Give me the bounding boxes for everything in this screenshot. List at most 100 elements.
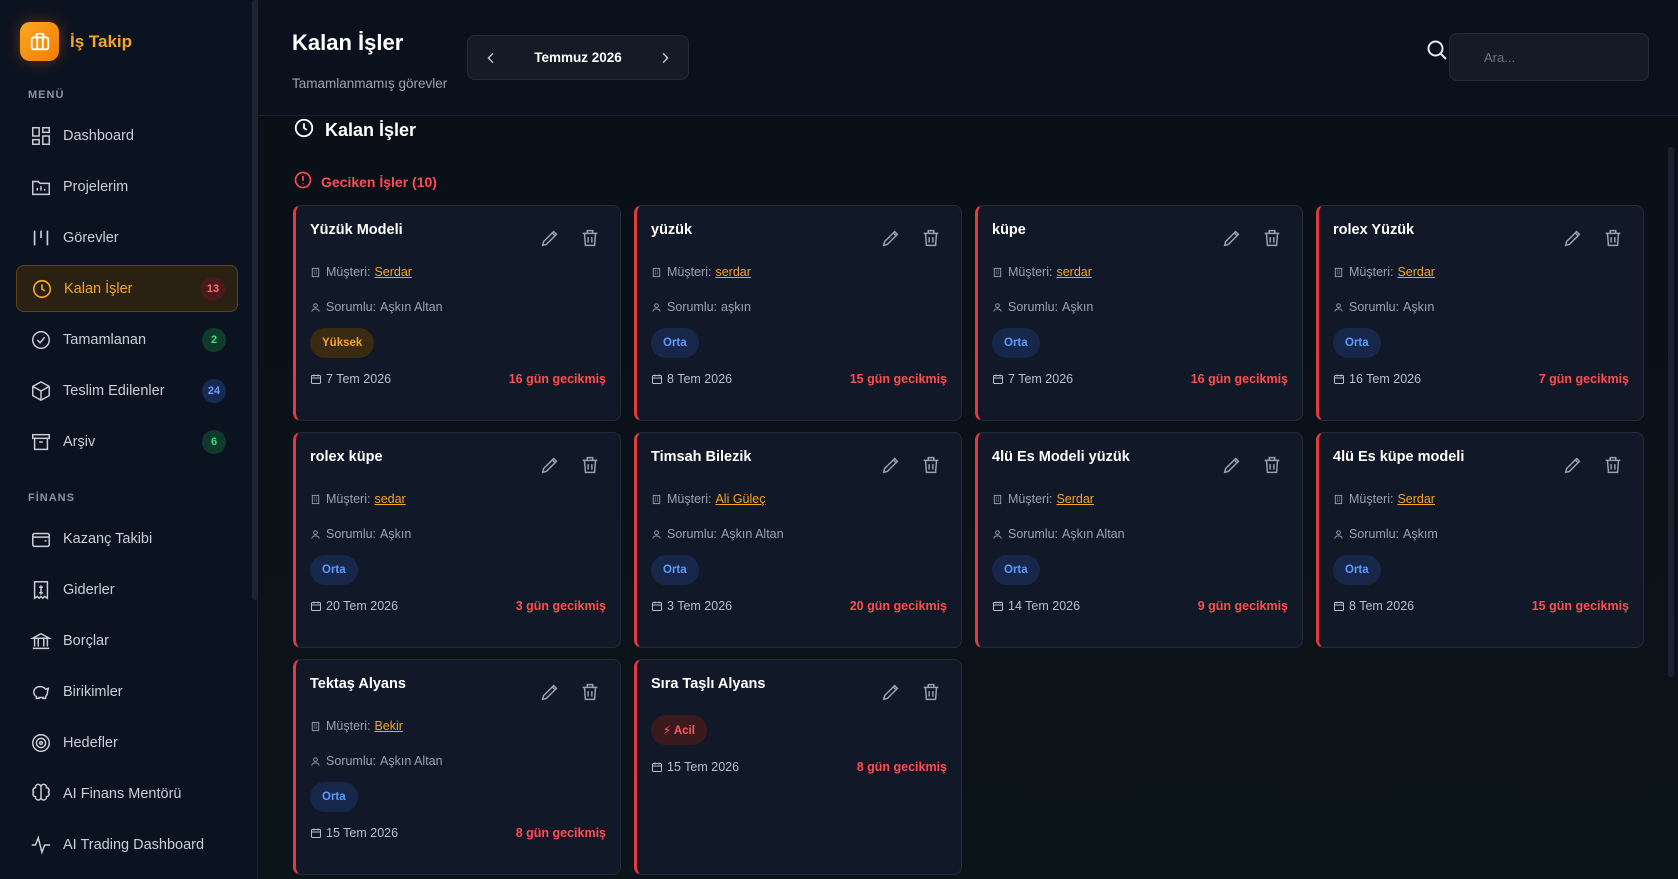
task-card[interactable]: yüzük Müşteri: serdar Sorumlu: aşkın Orta 8 Te… <box>634 205 962 421</box>
task-date: 3 Tem 2026 <box>651 599 732 613</box>
sidebar-item-label: AI Finans Mentörü <box>63 785 182 802</box>
bank-icon <box>29 629 53 653</box>
due-date: 20 Tem 2026 <box>326 599 399 613</box>
sidebar-item-dashboard[interactable]: Dashboard <box>16 112 238 159</box>
sidebar-item-goals[interactable]: Hedefler <box>16 719 238 766</box>
edit-icon[interactable] <box>1561 453 1585 477</box>
customer-label: Müşteri: <box>667 492 712 506</box>
trash-icon[interactable] <box>919 453 943 477</box>
customer-link[interactable]: serdar <box>715 265 750 279</box>
task-card[interactable]: rolex küpe Müşteri: sedar Sorumlu: Aşkın Orta… <box>293 432 621 648</box>
customer-link[interactable]: serdar <box>1056 265 1091 279</box>
chevron-left-icon[interactable] <box>482 49 500 67</box>
trash-icon[interactable] <box>578 453 602 477</box>
user-icon <box>651 301 663 313</box>
sidebar-item-savings[interactable]: Birikimler <box>16 668 238 715</box>
owner-label: Sorumlu: <box>1349 300 1400 314</box>
owner-label: Sorumlu: <box>326 754 377 768</box>
trash-icon[interactable] <box>919 226 943 250</box>
trash-icon[interactable] <box>1601 226 1625 250</box>
page-subtitle: Tamamlanmamış görevler <box>292 76 448 91</box>
due-date: 8 Tem 2026 <box>667 372 733 386</box>
owner-label: Sorumlu: <box>1349 527 1400 541</box>
customer-label: Müşteri: <box>326 265 371 279</box>
task-card[interactable]: Yüzük Modeli Müşteri: Serdar Sorumlu: Aşkın … <box>293 205 621 421</box>
sidebar-item-ai-trading[interactable]: AI Trading Dashboard <box>16 821 238 868</box>
task-card[interactable]: küpe Müşteri: serdar Sorumlu: Aşkın Orta 7 Tem… <box>975 205 1303 421</box>
trash-icon[interactable] <box>1601 453 1625 477</box>
edit-icon[interactable] <box>538 680 562 704</box>
chevron-right-icon[interactable] <box>656 49 674 67</box>
due-date: 15 Tem 2026 <box>667 760 740 774</box>
sidebar-item-remaining[interactable]: Kalan İşler 13 <box>16 265 238 312</box>
task-owner: Sorumlu: Aşkın Altan <box>651 527 784 541</box>
sidebar-item-tasks[interactable]: Görevler <box>16 214 238 261</box>
owner-name: Aşkın <box>1062 300 1094 314</box>
alert-circle-icon <box>293 170 313 193</box>
task-title: 4lü Es Modeli yüzük <box>992 449 1130 465</box>
task-customer: Müşteri: Serdar <box>310 265 412 279</box>
edit-icon[interactable] <box>1220 226 1244 250</box>
task-card[interactable]: Tektaş Alyans Müşteri: Bekir Sorumlu: Aşkın … <box>293 659 621 875</box>
search-icon[interactable] <box>1425 38 1449 62</box>
trash-icon[interactable] <box>1260 453 1284 477</box>
customer-link[interactable]: Ali Güleç <box>715 492 765 506</box>
archive-icon <box>29 430 53 454</box>
month-navigator: Temmuz 2026 <box>467 35 689 80</box>
task-card[interactable]: Sıra Taşlı Alyans ⚡ Acil 15 Tem 2026 8 gün … <box>634 659 962 875</box>
task-customer: Müşteri: Serdar <box>1333 492 1435 506</box>
task-card[interactable]: 4lü Es Modeli yüzük Müşteri: Serdar Sorumlu… <box>975 432 1303 648</box>
count-badge: 13 <box>201 276 225 301</box>
sidebar-item-delivered[interactable]: Teslim Edilenler 24 <box>16 367 238 414</box>
calendar-icon <box>310 373 322 385</box>
main-scrollbar[interactable] <box>1668 147 1674 677</box>
target-icon <box>29 731 53 755</box>
customer-label: Müşteri: <box>326 492 371 506</box>
task-owner: Sorumlu: Aşkın <box>310 527 411 541</box>
trash-icon[interactable] <box>578 226 602 250</box>
section-title: Kalan İşler <box>293 117 416 144</box>
sidebar-item-archive[interactable]: Arşiv 6 <box>16 418 238 465</box>
task-date: 8 Tem 2026 <box>651 372 732 386</box>
task-card[interactable]: rolex Yüzük Müşteri: Serdar Sorumlu: Aşkın Or… <box>1316 205 1644 421</box>
edit-icon[interactable] <box>879 453 903 477</box>
sidebar-item-earnings[interactable]: Kazanç Takibi <box>16 515 238 562</box>
brand[interactable]: İş Takip <box>20 22 132 61</box>
edit-icon[interactable] <box>1220 453 1244 477</box>
count-badge: 24 <box>202 378 226 403</box>
sidebar-item-projects[interactable]: Projelerim <box>16 163 238 210</box>
customer-link[interactable]: Bekir <box>374 719 402 733</box>
customer-link[interactable]: Serdar <box>1397 492 1435 506</box>
sidebar-item-expenses[interactable]: Giderler <box>16 566 238 613</box>
edit-icon[interactable] <box>879 226 903 250</box>
customer-link[interactable]: Serdar <box>374 265 412 279</box>
trash-icon[interactable] <box>578 680 602 704</box>
customer-link[interactable]: sedar <box>374 492 405 506</box>
task-card[interactable]: 4lü Es küpe modeli Müşteri: Serdar Sorumlu:… <box>1316 432 1644 648</box>
edit-icon[interactable] <box>879 680 903 704</box>
trash-icon[interactable] <box>1260 226 1284 250</box>
priority-badge: Orta <box>651 555 699 585</box>
edit-icon[interactable] <box>538 453 562 477</box>
briefcase-icon <box>20 22 59 61</box>
trash-icon[interactable] <box>919 680 943 704</box>
customer-link[interactable]: Serdar <box>1397 265 1435 279</box>
owner-name: Aşkın Altan <box>380 754 443 768</box>
sidebar-item-label: Kazanç Takibi <box>63 530 153 547</box>
task-card[interactable]: Timsah Bilezik Müşteri: Ali Güleç Sorumlu: A… <box>634 432 962 648</box>
sidebar-item-debts[interactable]: Borçlar <box>16 617 238 664</box>
sidebar-item-label: Tamamlanan <box>63 331 147 348</box>
task-customer: Müşteri: serdar <box>992 265 1092 279</box>
overdue-status: 20 gün gecikmiş <box>849 599 947 613</box>
edit-icon[interactable] <box>1561 226 1585 250</box>
overdue-status: 15 gün gecikmiş <box>849 372 947 386</box>
priority-badge: Yüksek <box>310 328 375 358</box>
customer-link[interactable]: Serdar <box>1056 492 1094 506</box>
calendar-icon <box>651 373 663 385</box>
user-icon <box>1333 528 1345 540</box>
sidebar-item-ai-mentor[interactable]: AI Finans Mentörü <box>16 770 238 817</box>
sidebar-item-completed[interactable]: Tamamlanan 2 <box>16 316 238 363</box>
edit-icon[interactable] <box>538 226 562 250</box>
owner-name: Aşkın Altan <box>1062 527 1125 541</box>
search-input[interactable] <box>1449 33 1649 81</box>
